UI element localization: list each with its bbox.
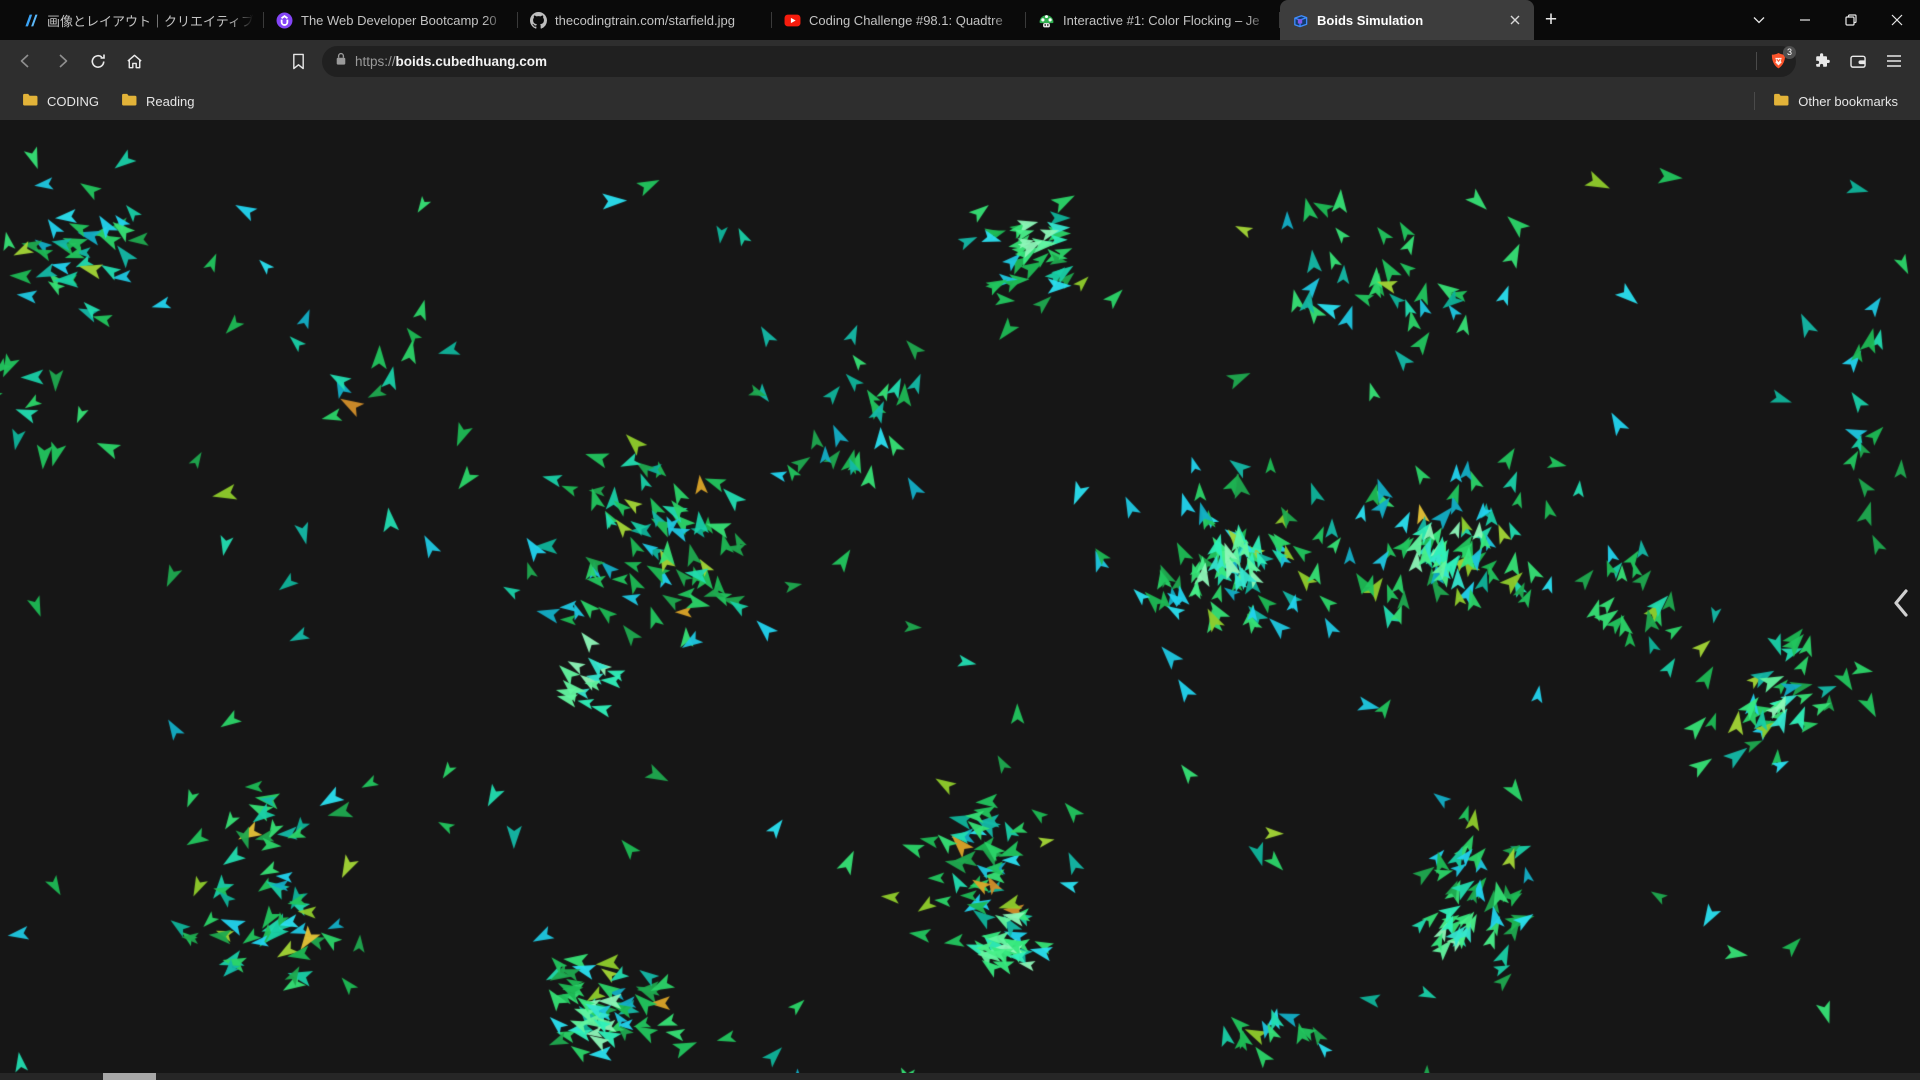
menu-hamburger-icon[interactable]	[1878, 45, 1910, 77]
new-tab-button[interactable]: +	[1534, 0, 1568, 40]
bookmarks-bar: CODING Reading Other bookmarks	[0, 82, 1920, 120]
bookmark-label: CODING	[47, 93, 99, 109]
forward-icon[interactable]	[46, 45, 78, 77]
other-bookmarks-folder[interactable]: Other bookmarks	[1765, 89, 1906, 113]
blue-slashes-icon	[22, 12, 39, 29]
tab-title: Boids Simulation	[1317, 12, 1424, 28]
tab-title: 画像とレイアウト｜クリエイティブコーデ	[47, 13, 254, 29]
bookmark-label: Reading	[146, 93, 195, 109]
other-bookmarks-label: Other bookmarks	[1798, 93, 1898, 109]
udemy-icon	[276, 12, 293, 29]
tab-title: Coding Challenge #98.1: Quadtre	[809, 12, 1003, 28]
bookmark-folder-reading[interactable]: Reading	[113, 89, 202, 113]
back-icon[interactable]	[10, 45, 42, 77]
extensions-puzzle-icon[interactable]	[1806, 45, 1838, 77]
window-restore-button[interactable]	[1828, 0, 1874, 40]
bookmark-folder-coding[interactable]: CODING	[14, 89, 107, 113]
github-icon	[530, 11, 547, 29]
tabs-container: 画像とレイアウト｜クリエイティブコーデ The Web Developer Bo…	[0, 0, 1534, 40]
url-scheme: https://	[355, 53, 396, 69]
tab-strip: 画像とレイアウト｜クリエイティブコーデ The Web Developer Bo…	[0, 0, 1920, 40]
urlbar-divider	[1756, 52, 1757, 70]
brave-shield-icon[interactable]: 3	[1766, 46, 1796, 73]
boids-canvas[interactable]	[0, 120, 1920, 1080]
navigation-toolbar: https:// boids.cubedhuang.com 3	[0, 40, 1920, 82]
youtube-icon	[784, 12, 801, 29]
sidebar-bookmark-icon[interactable]	[282, 45, 314, 77]
reload-icon[interactable]	[82, 45, 114, 77]
tab-title: thecodingtrain.com/starfield.jpg	[555, 12, 735, 28]
boids-simulation-page	[0, 120, 1920, 1080]
brave-wallet-icon[interactable]	[1842, 45, 1874, 77]
horizontal-scrollbar-track[interactable]	[0, 1073, 1920, 1080]
tabstrip-spacer	[1568, 0, 1736, 40]
folder-icon	[121, 93, 138, 109]
boids-cube-icon	[1292, 12, 1309, 29]
horizontal-scrollbar-thumb[interactable]	[103, 1073, 156, 1080]
shield-badge-count: 3	[1783, 46, 1796, 59]
tab-creative-coding[interactable]: 画像とレイアウト｜クリエイティブコーデ	[10, 0, 264, 40]
tab-boids-simulation[interactable]: Boids Simulation	[1280, 0, 1534, 40]
url-bar[interactable]: https:// boids.cubedhuang.com 3	[322, 45, 1796, 77]
window-close-button[interactable]	[1874, 0, 1920, 40]
folder-icon	[1773, 93, 1790, 109]
tab-title: The Web Developer Bootcamp 20	[301, 12, 497, 28]
tab-coding-challenge-quadtree[interactable]: Coding Challenge #98.1: Quadtre	[772, 0, 1026, 40]
tab-color-flocking[interactable]: Interactive #1: Color Flocking – Je	[1026, 0, 1280, 40]
lock-icon	[335, 52, 347, 71]
folder-icon	[22, 93, 39, 109]
url-host: boids.cubedhuang.com	[395, 53, 548, 69]
home-icon[interactable]	[118, 45, 150, 77]
tab-title: Interactive #1: Color Flocking – Je	[1063, 12, 1260, 28]
tab-close-icon[interactable]	[1506, 11, 1524, 29]
tab-codingtrain-starfield[interactable]: thecodingtrain.com/starfield.jpg	[518, 0, 772, 40]
bookmarks-divider	[1754, 92, 1756, 110]
tab-web-dev-bootcamp[interactable]: The Web Developer Bootcamp 20	[264, 0, 518, 40]
one-up-mushroom-icon	[1038, 12, 1055, 29]
panel-expand-chevron-icon[interactable]	[1888, 586, 1914, 620]
tab-search-chevron-icon[interactable]	[1736, 0, 1782, 40]
window-minimize-button[interactable]	[1782, 0, 1828, 40]
